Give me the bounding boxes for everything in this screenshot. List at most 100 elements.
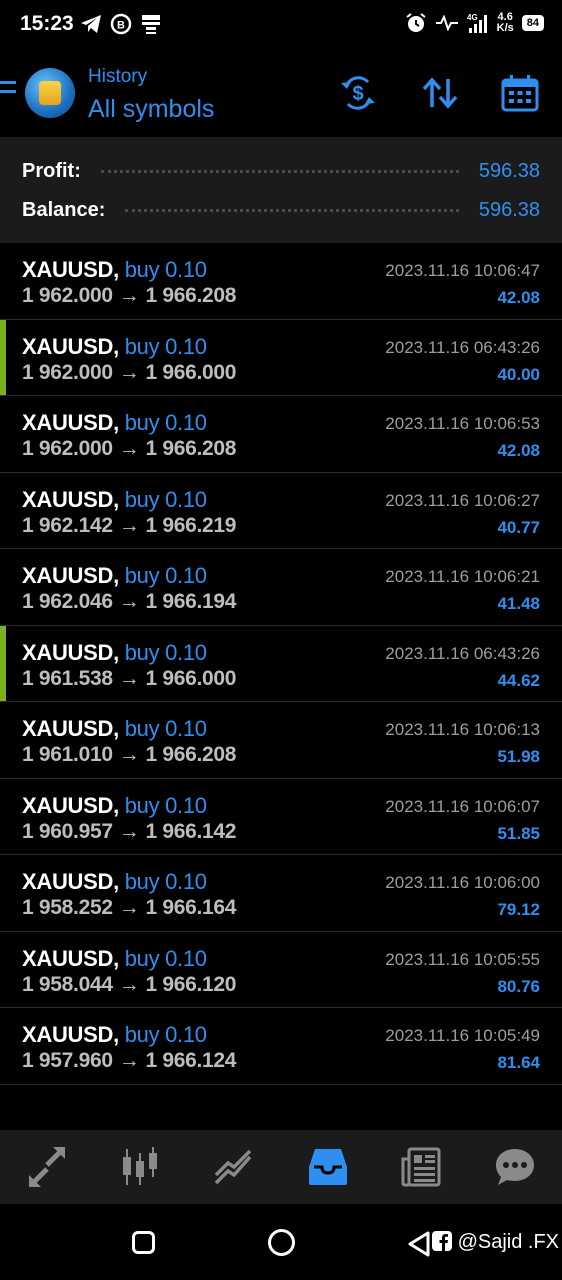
nav-history[interactable]: [303, 1142, 353, 1192]
sort-icon: [422, 77, 458, 109]
deal-arrow: →: [118, 896, 140, 919]
deal-time: 2023.11.16 10:06:27: [385, 490, 540, 510]
deal-type: buy 0.10: [124, 486, 207, 512]
svg-text:$: $: [352, 83, 363, 105]
deal-prices: 1 962.046 → 1 966.194: [22, 590, 236, 614]
b-badge-icon: B: [110, 13, 132, 35]
deal-row[interactable]: XAUUSD, buy 0.10 1 958.252 → 1 966.164 2023.…: [0, 855, 562, 932]
recent-apps-button[interactable]: [132, 1231, 155, 1254]
deal-symbol-line: XAUUSD, buy 0.10: [22, 793, 207, 819]
nav-chat[interactable]: [490, 1142, 540, 1192]
nav-chart[interactable]: [115, 1142, 165, 1192]
page-title: History: [88, 66, 148, 87]
profit-label: Profit:: [22, 159, 81, 182]
status-right-icons: 4G 4.6 K/s 84: [405, 12, 544, 34]
app-header: History All symbols $: [0, 55, 562, 135]
deal-arrow: →: [118, 972, 140, 996]
app-logo: [25, 68, 75, 118]
deal-time: 2023.11.16 10:06:53: [385, 414, 540, 433]
deal-close-price: 1 966.219: [145, 513, 237, 537]
deal-symbol-line: XAUUSD, buy 0.10: [22, 946, 207, 972]
deal-type: buy 0.10: [124, 639, 207, 665]
deal-open-price: 1 962.000: [22, 437, 113, 460]
deal-prices: 1 961.538 → 1 966.000: [22, 667, 236, 691]
deal-row[interactable]: XAUUSD, buy 0.10 1 961.010 → 1 966.208 2023.…: [0, 702, 562, 779]
balance-row: Balance: 596.38: [22, 195, 540, 225]
deal-prices: 1 958.044 → 1 966.120: [22, 973, 236, 997]
nav-trade[interactable]: [209, 1142, 259, 1192]
deal-profit: 42.08: [497, 441, 540, 460]
deal-row[interactable]: XAUUSD, buy 0.10 1 962.142 → 1 966.219 2023.…: [0, 473, 562, 549]
deal-row[interactable]: XAUUSD, buy 0.10 1 958.044 → 1 966.120 2023.…: [0, 932, 562, 1008]
deal-row[interactable]: XAUUSD, buy 0.10 1 962.000 → 1 966.208 2023.…: [0, 243, 562, 320]
deal-profit: 80.76: [497, 976, 540, 996]
deal-row[interactable]: XAUUSD, buy 0.10 1 957.960 → 1 966.124 2023.…: [0, 1008, 562, 1085]
deal-symbol: XAUUSD,: [22, 945, 119, 971]
deal-time: 2023.11.16 10:06:47: [385, 261, 540, 280]
deal-profit: 51.85: [497, 823, 540, 843]
home-button[interactable]: [268, 1229, 295, 1256]
bottom-navigation: [0, 1130, 562, 1204]
nav-quotes[interactable]: [22, 1142, 72, 1192]
sort-button[interactable]: [420, 73, 460, 113]
notification-icon: [142, 15, 160, 34]
deal-symbol: XAUUSD,: [22, 563, 119, 588]
deal-time: 2023.11.16 10:05:55: [385, 949, 540, 969]
watermark: @Sajid .FX: [432, 1231, 559, 1254]
back-icon[interactable]: [406, 1230, 432, 1258]
deal-close-price: 1 966.142: [145, 819, 237, 843]
deal-type: buy 0.10: [124, 716, 207, 741]
deal-arrow: →: [118, 360, 140, 384]
chart-icon: [123, 1147, 158, 1185]
deal-arrow: →: [118, 513, 140, 537]
status-left-icons: B: [80, 13, 162, 35]
deal-prices: 1 962.000 → 1 966.000: [22, 361, 236, 385]
system-navigation-bar: @Sajid .FX: [0, 1205, 562, 1280]
deal-row[interactable]: XAUUSD, buy 0.10 1 961.538 → 1 966.000 2023.…: [0, 625, 562, 702]
deal-symbol-line: XAUUSD, buy 0.10: [22, 869, 207, 895]
deal-symbol-line: XAUUSD, buy 0.10: [22, 410, 207, 436]
chat-icon: [496, 1149, 535, 1185]
deal-close-price: 1 966.208: [145, 284, 237, 307]
deal-symbol: XAUUSD,: [22, 792, 119, 818]
deal-open-price: 1 962.000: [22, 284, 113, 307]
trade-icon: [214, 1149, 252, 1185]
deal-symbol: XAUUSD,: [22, 257, 119, 282]
nav-news[interactable]: [396, 1142, 446, 1192]
deal-type: buy 0.10: [124, 257, 207, 282]
deal-time: 2023.11.16 06:43:26: [385, 337, 540, 357]
deal-symbol: XAUUSD,: [22, 486, 119, 512]
deal-time: 2023.11.16 10:06:13: [385, 720, 540, 739]
deal-row[interactable]: XAUUSD, buy 0.10 1 962.046 → 1 966.194 2023.…: [0, 549, 562, 626]
dotted-leader: [125, 208, 459, 212]
calendar-button[interactable]: [500, 73, 540, 113]
deal-time: 2023.11.16 10:06:07: [385, 796, 540, 816]
menu-icon[interactable]: [0, 81, 16, 105]
deal-symbol: XAUUSD,: [22, 333, 119, 359]
deal-row[interactable]: XAUUSD, buy 0.10 1 962.000 → 1 966.208 2023.…: [0, 396, 562, 473]
deal-profit: 40.00: [497, 364, 540, 384]
deal-row[interactable]: XAUUSD, buy 0.10 1 960.957 → 1 966.142 2023.…: [0, 779, 562, 855]
deal-open-price: 1 958.044: [22, 972, 113, 996]
watermark-text: @Sajid .FX: [457, 1231, 560, 1253]
activity-icon: [435, 15, 458, 31]
deal-prices: 1 958.252 → 1 966.164: [22, 896, 236, 920]
symbol-filter[interactable]: All symbols: [88, 95, 214, 124]
telegram-icon: [81, 15, 101, 33]
deal-symbol-line: XAUUSD, buy 0.10: [22, 1022, 207, 1048]
deal-type: buy 0.10: [124, 869, 207, 894]
deposit-withdraw-button[interactable]: $: [338, 73, 378, 113]
deal-symbol: XAUUSD,: [22, 869, 119, 894]
deal-close-price: 1 966.164: [145, 896, 237, 919]
news-icon: [401, 1147, 441, 1187]
deal-row[interactable]: XAUUSD, buy 0.10 1 962.000 → 1 966.000 2023.…: [0, 319, 562, 396]
deal-prices: 1 962.000 → 1 966.208: [22, 284, 236, 308]
profit-value: 596.38: [478, 159, 540, 182]
calendar-icon: [501, 75, 539, 112]
deal-open-price: 1 958.252: [22, 896, 113, 919]
deal-time: 2023.11.16 10:05:49: [385, 1026, 540, 1045]
deal-prices: 1 960.957 → 1 966.142: [22, 820, 236, 844]
deal-type: buy 0.10: [124, 792, 207, 818]
history-icon: [308, 1149, 347, 1185]
deal-prices: 1 962.142 → 1 966.219: [22, 514, 236, 538]
